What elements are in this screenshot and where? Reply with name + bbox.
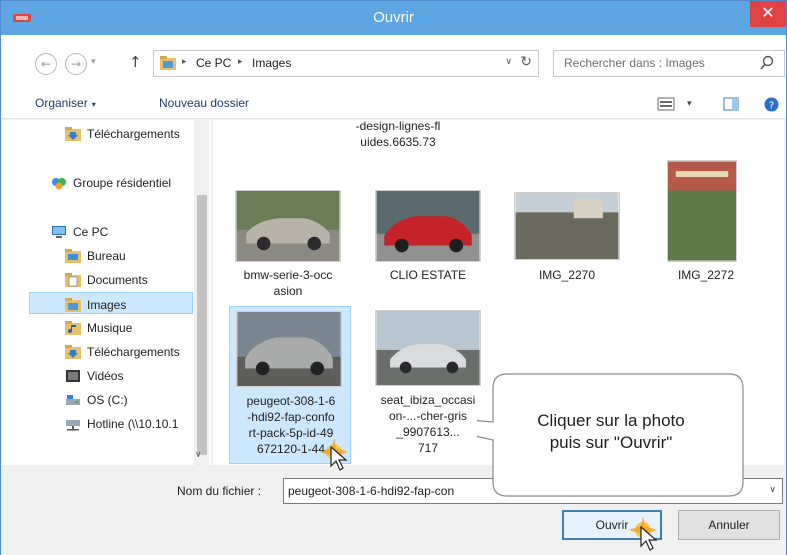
search-icon[interactable] [760, 55, 774, 71]
file-tile-img-2270[interactable]: IMG_2270 [506, 190, 628, 300]
mouse-cursor-icon [330, 446, 348, 471]
callout-line-2: puis sur "Ouvrir" [549, 433, 673, 452]
file-label: -hdi92-fap-confo [247, 410, 335, 424]
music-folder-icon [65, 320, 81, 335]
file-label: on-...-cher-gris [388, 409, 468, 423]
tree-scroll-down[interactable]: ∨ [195, 450, 202, 460]
cancel-button[interactable]: Annuler [678, 510, 780, 540]
filename-label: Nom du fichier : [177, 484, 262, 498]
tree-item-downloads[interactable]: Téléchargements [65, 122, 180, 144]
bmw-thumbnail [235, 190, 341, 262]
tree-item-images[interactable]: Images [29, 292, 193, 314]
documents-folder-icon [65, 272, 81, 287]
img-2272-thumbnail [667, 160, 737, 262]
view-options-dropdown[interactable]: ▾ [687, 98, 692, 109]
close-button[interactable]: ✕ [750, 1, 786, 27]
callout-line-1: Cliquer sur la photo [537, 411, 685, 430]
breadcrumb-ce-pc[interactable]: Ce PC [196, 56, 231, 70]
crumb-separator: ▸ [182, 57, 187, 67]
peugeot-thumbnail [236, 311, 342, 387]
clio-thumbnail [375, 190, 481, 262]
file-label: bmw-serie-3-occ [243, 268, 333, 282]
svg-text:?: ? [769, 101, 774, 112]
computer-icon [52, 225, 66, 238]
file-tile-seat[interactable]: seat_ibiza_occasi on-...-cher-gris _9907… [367, 306, 489, 464]
tree-item-documents[interactable]: Documents [65, 268, 148, 290]
tree-item-musique[interactable]: Musique [65, 316, 132, 338]
filename-dropdown-icon[interactable]: ∨ [769, 485, 776, 495]
network-drive-icon [66, 419, 80, 431]
tree-item-label: Vidéos [87, 368, 124, 383]
tree-item-os-c[interactable]: OS (C:) [65, 388, 128, 410]
tree-scrollbar-thumb[interactable] [197, 195, 207, 455]
organize-button[interactable]: Organiser ▾ [35, 96, 96, 110]
tree-item-label: Téléchargements [87, 344, 180, 359]
file-tile-clio[interactable]: CLIO ESTATE [367, 190, 489, 300]
tree-item-ce-pc[interactable]: Ce PC [51, 220, 108, 242]
tree-item-hotline[interactable]: Hotline (\\10.10.1 [65, 412, 178, 434]
search-box[interactable]: Rechercher dans : Images [553, 50, 785, 77]
img-2270-thumbnail [514, 192, 620, 260]
window-title: Ouvrir [373, 9, 414, 26]
homegroup-icon [52, 177, 66, 190]
file-label-partial: -design-lignes-fl [355, 120, 441, 133]
tree-item-label: OS (C:) [87, 392, 128, 407]
file-label: asion [273, 284, 303, 298]
downloads-folder-icon [65, 344, 81, 359]
navigation-bar: ← → ▾ ↑ ▸ Ce PC ▸ Images ∨ ↻ Rechercher … [1, 35, 786, 89]
filename-value: peugeot-308-1-6-hdi92-fap-con [288, 484, 455, 498]
tree-item-label: Musique [87, 320, 133, 335]
tree-item-label: Ce PC [73, 224, 109, 239]
file-label: CLIO ESTATE [389, 268, 467, 282]
breadcrumb-images[interactable]: Images [252, 56, 291, 70]
tree-item-label: Téléchargements [87, 126, 180, 141]
drive-icon [66, 394, 80, 405]
mouse-cursor-icon [640, 526, 658, 551]
preview-pane-icon[interactable] [723, 97, 739, 111]
back-button[interactable]: ← [35, 53, 57, 75]
videos-folder-icon [66, 369, 80, 382]
tree-item-bureau[interactable]: Bureau [65, 244, 126, 266]
tree-item-label: Images [87, 297, 127, 312]
command-bar: Organiser ▾ Nouveau dossier ▾ ? [1, 89, 786, 119]
tree-item-label: Hotline (\\10.10.1 [87, 416, 179, 431]
chevron-down-icon: ▾ [91, 100, 96, 109]
pictures-folder-icon [65, 297, 81, 312]
file-label: peugeot-308-1-6 [246, 394, 336, 408]
tree-item-downloads-2[interactable]: Téléchargements [65, 340, 180, 362]
help-icon[interactable]: ? [764, 97, 779, 112]
tree-item-label: Groupe résidentiel [73, 175, 172, 190]
forward-button[interactable]: → [65, 53, 87, 75]
recent-locations-dropdown[interactable]: ▾ [91, 57, 96, 67]
organize-label: Organiser [35, 96, 88, 110]
refresh-icon[interactable]: ↻ [520, 54, 532, 70]
file-tile-bmw[interactable]: bmw-serie-3-occ asion [227, 190, 349, 300]
up-button[interactable]: ↑ [129, 53, 142, 71]
file-label: _9907613... [396, 425, 460, 439]
file-label-partial: uides.6635.73 [360, 135, 436, 149]
address-dropdown-icon[interactable]: ∨ [505, 57, 512, 67]
change-view-icon[interactable] [657, 97, 675, 111]
file-label: IMG_2272 [677, 268, 735, 282]
new-folder-button[interactable]: Nouveau dossier [159, 96, 249, 110]
file-list-scrollbar[interactable] [784, 120, 786, 465]
desktop-folder-icon [65, 248, 81, 263]
navigation-pane: Téléchargements ^ Groupe résidentiel Ce … [1, 120, 211, 465]
file-label: 717 [417, 441, 439, 455]
seat-thumbnail [375, 310, 481, 386]
file-label: IMG_2270 [538, 268, 596, 282]
file-tile-img-2272[interactable]: IMG_2272 [645, 160, 767, 300]
downloads-folder-icon [65, 126, 81, 141]
address-bar[interactable]: ▸ Ce PC ▸ Images ∨ ↻ [153, 50, 539, 77]
tree-item-label: Documents [87, 272, 148, 287]
tree-item-homegroup[interactable]: Groupe résidentiel [51, 171, 171, 193]
pictures-folder-icon [160, 56, 176, 70]
tree-item-videos[interactable]: Vidéos [65, 364, 123, 386]
tree-item-label: Bureau [87, 248, 126, 263]
title-bar: Ouvrir ✕ [1, 1, 786, 35]
crumb-separator: ▸ [238, 57, 243, 67]
search-placeholder: Rechercher dans : Images [564, 56, 705, 70]
callout-text: Cliquer sur la photo puis sur "Ouvrir" [496, 410, 726, 454]
file-label: seat_ibiza_occasi [380, 393, 476, 407]
